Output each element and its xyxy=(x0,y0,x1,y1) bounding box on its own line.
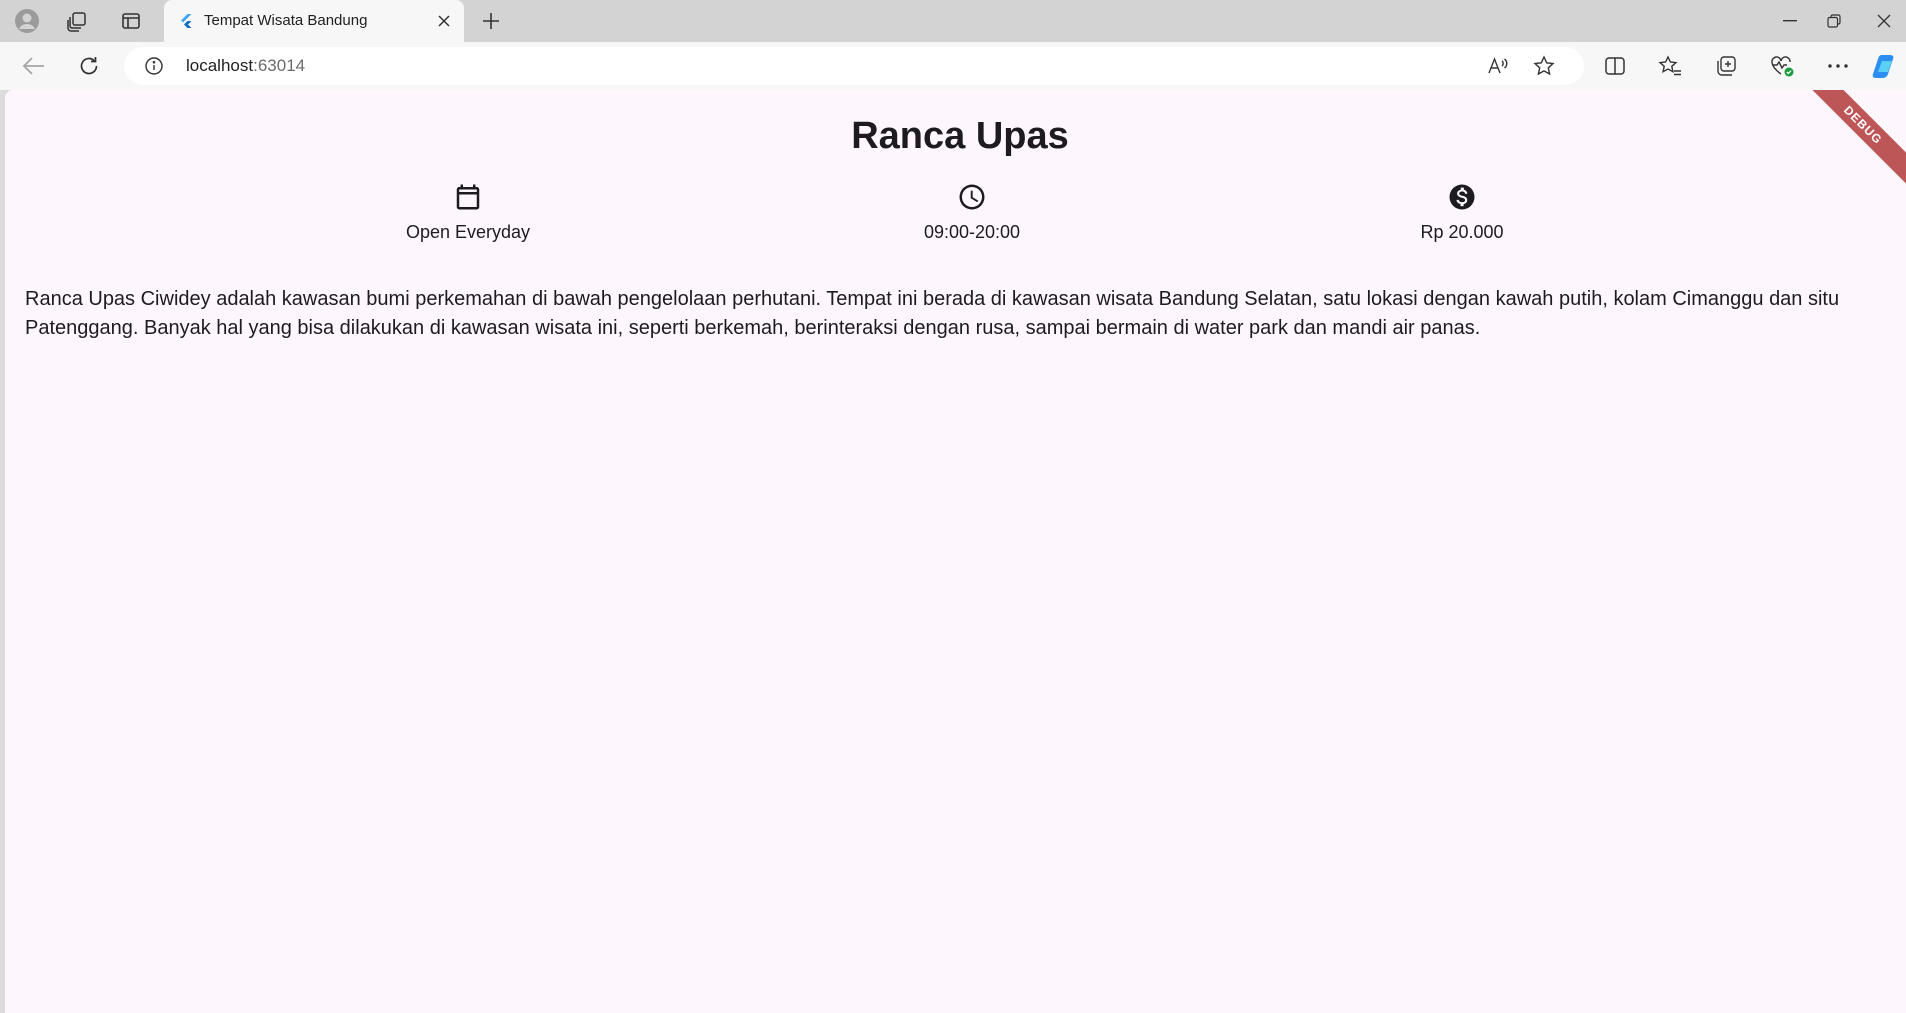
info-hours: 09:00-20:00 xyxy=(852,182,1092,243)
restore-icon[interactable] xyxy=(1805,0,1863,42)
browser-essentials-icon[interactable] xyxy=(1764,50,1800,82)
browser-toolbar: localhost:63014 xyxy=(0,42,1906,90)
calendar-icon xyxy=(456,184,480,210)
new-tab-icon[interactable] xyxy=(478,9,504,33)
tab-actions-icon[interactable] xyxy=(112,8,150,34)
active-tab[interactable]: Tempat Wisata Bandung xyxy=(164,0,464,42)
info-open-days: Open Everyday xyxy=(348,182,588,243)
close-icon[interactable] xyxy=(434,11,454,31)
read-aloud-icon[interactable] xyxy=(1482,51,1514,81)
clock-icon xyxy=(959,184,985,210)
refresh-icon[interactable] xyxy=(71,50,107,82)
url-host: localhost xyxy=(186,56,254,75)
info-icon[interactable] xyxy=(144,56,164,76)
back-icon[interactable] xyxy=(16,50,52,82)
page-viewport: DEBUG Ranca Upas Open Everyday 09:00-20:… xyxy=(5,90,1906,1013)
collections-icon[interactable] xyxy=(1708,50,1744,82)
tab-title: Tempat Wisata Bandung xyxy=(204,12,368,29)
profile-icon[interactable] xyxy=(8,8,46,34)
favorites-icon[interactable] xyxy=(1652,50,1688,82)
copilot-icon[interactable] xyxy=(1870,50,1906,82)
dollar-icon xyxy=(1449,184,1475,210)
flutter-icon xyxy=(181,14,192,28)
page-title: Ranca Upas xyxy=(851,115,1069,157)
tab-strip: Tempat Wisata Bandung xyxy=(0,0,1906,42)
more-icon[interactable] xyxy=(1820,50,1856,82)
address-bar[interactable]: localhost:63014 xyxy=(124,47,1584,85)
workspaces-icon[interactable] xyxy=(58,8,96,34)
info-label: 09:00-20:00 xyxy=(923,222,1021,242)
url-port: :63014 xyxy=(253,56,306,75)
window-close-icon[interactable] xyxy=(1861,0,1906,42)
info-label: Rp 20.000 xyxy=(1420,222,1504,242)
split-screen-icon[interactable] xyxy=(1597,50,1633,82)
description-text: Ranca Upas Ciwidey adalah kawasan bumi p… xyxy=(25,288,1840,339)
url-text[interactable]: localhost:63014 xyxy=(186,56,305,76)
favorite-star-icon[interactable] xyxy=(1528,51,1560,81)
info-label: Open Everyday xyxy=(405,222,531,242)
info-price: Rp 20.000 xyxy=(1342,182,1582,243)
